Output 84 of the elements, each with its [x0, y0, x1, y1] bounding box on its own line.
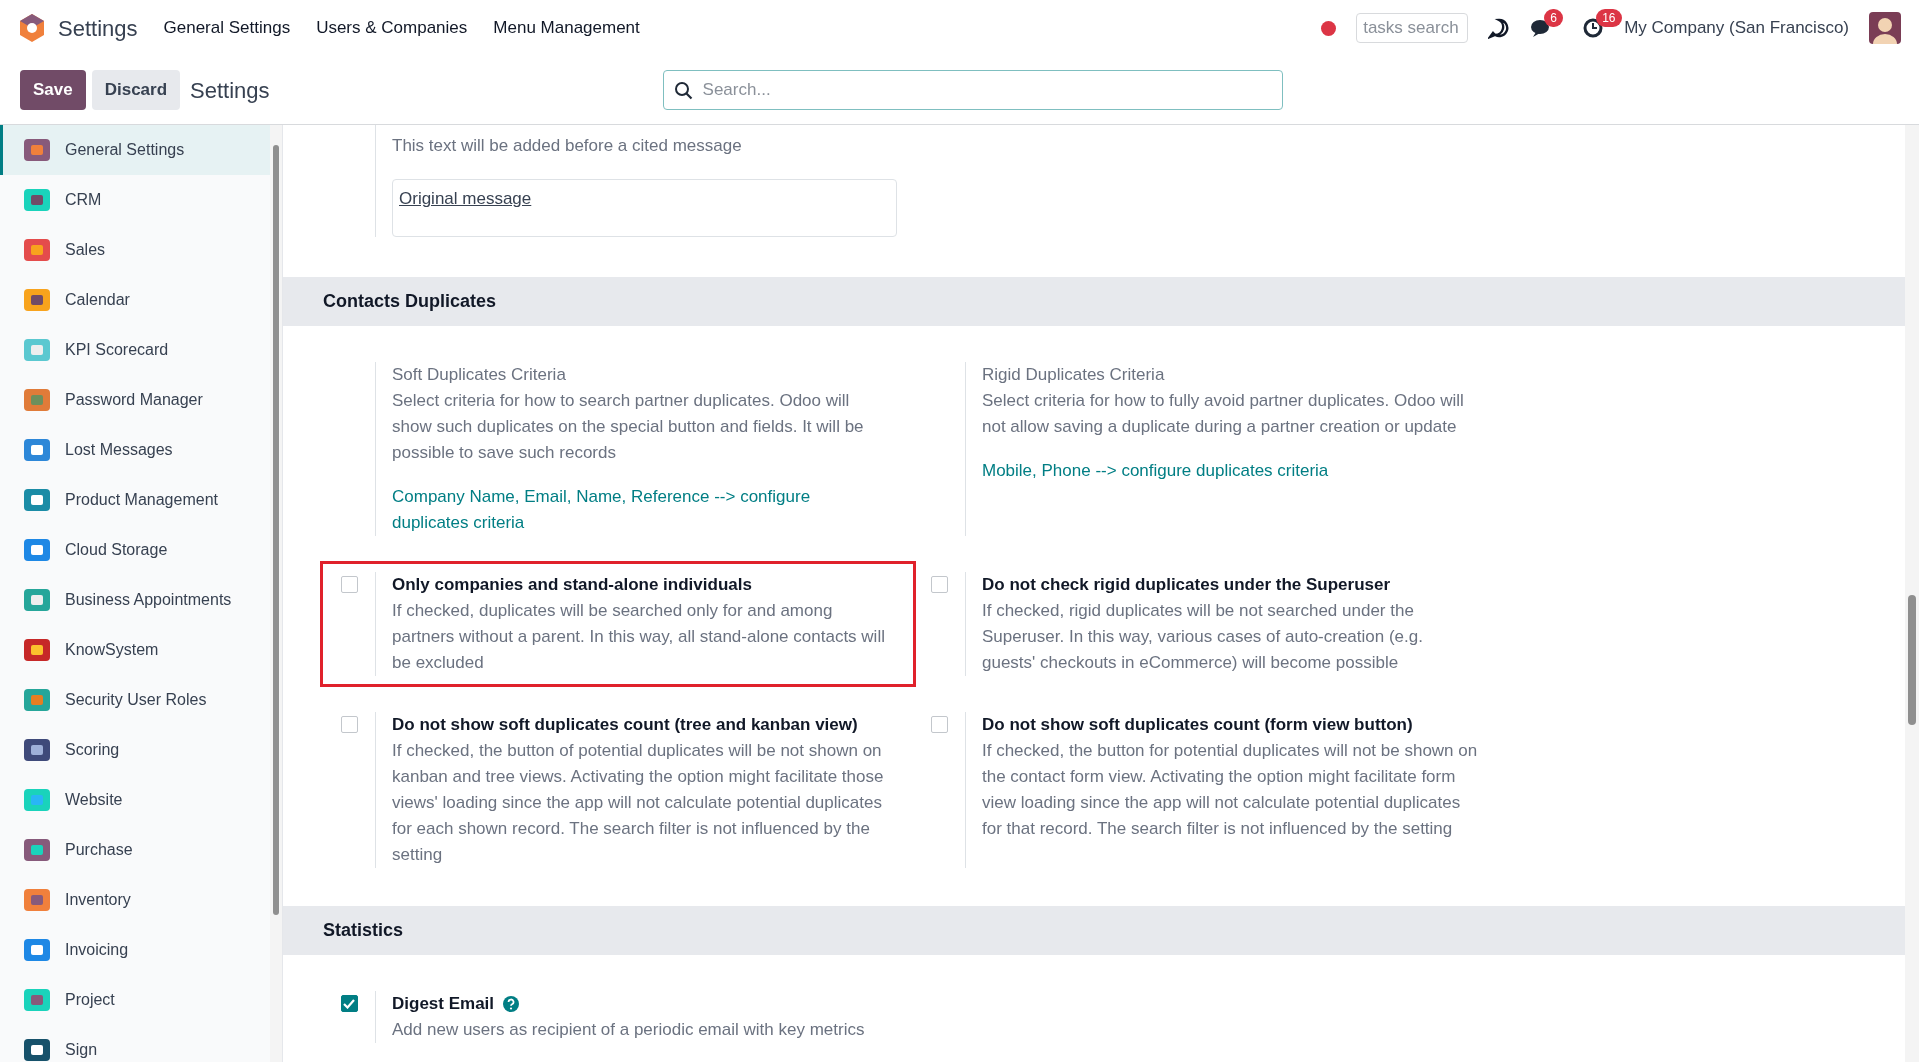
- section-header: Contacts Duplicates: [283, 277, 1905, 326]
- setting-description: If checked, the button of potential duplicates will be not shown on kanban and tree views. Activating the option might facilitate those views' loading since the app will not calculate potential duplicates for each shown record. The search filter is not influenced by the setting: [392, 740, 885, 866]
- save-button[interactable]: Save: [20, 70, 86, 110]
- app-icon: [23, 486, 51, 514]
- app-icon: [23, 436, 51, 464]
- setting-description: Add new users as recipient of a periodic email with key metrics: [392, 1019, 866, 1041]
- setting-label: Soft Duplicates Criteria: [392, 364, 567, 386]
- app-icon: [23, 286, 51, 314]
- checkbox[interactable]: [930, 576, 948, 593]
- discard-button[interactable]: Discard: [91, 70, 181, 110]
- setting-description: Select criteria for how to search partner duplicates. Odoo will show such duplicates on the special button and fields. It will be possible to save such records: [392, 390, 865, 464]
- setting-description: Select criteria for how to fully avoid partner duplicates. Odoo will not allow saving a duplicate during a partner creation or update: [982, 390, 1465, 438]
- app-icon: [23, 836, 51, 864]
- text-field[interactable]: Original message: [392, 179, 897, 237]
- configure-link[interactable]: Company Name, Email, Name, Reference --> configure duplicates criteria: [392, 484, 890, 536]
- app-icon: [23, 636, 51, 664]
- menu-item[interactable]: Users & Companies: [316, 15, 468, 41]
- app-icon: [23, 336, 51, 364]
- setting-description: If checked, duplicates will be searched only for and among partners without a parent. In this way, all stand-alone contacts will be excluded: [392, 600, 886, 674]
- scrollbar[interactable]: [1905, 125, 1919, 1062]
- company-name[interactable]: My Company (San Francisco): [1624, 15, 1849, 41]
- search-icon: [673, 80, 693, 100]
- sidebar-item[interactable]: Lost Messages: [0, 425, 270, 475]
- menu-item[interactable]: Menu Management: [493, 15, 640, 41]
- app-icon: [23, 736, 51, 764]
- search-field[interactable]: tasks search: [1356, 13, 1469, 43]
- setting-label: Only companies and stand-alone individuals: [392, 574, 752, 596]
- app-icon: [23, 536, 51, 564]
- setting-label: Do not show soft duplicates count (tree and kanban view): [392, 714, 858, 736]
- app-icon: [23, 936, 51, 964]
- setting-label: Do not show soft duplicates count (form view button): [982, 714, 1413, 736]
- clock-icon[interactable]: [1582, 17, 1605, 39]
- scrollbar-thumb[interactable]: [1908, 595, 1916, 725]
- menu-item[interactable]: General Settings: [163, 15, 291, 41]
- app-icon: [23, 986, 51, 1014]
- sidebar-item[interactable]: Security User Roles: [0, 675, 270, 725]
- sidebar-item[interactable]: Scoring: [0, 725, 270, 775]
- configure-link[interactable]: Mobile, Phone --> configure duplicates criteria: [982, 458, 1329, 484]
- sidebar-item[interactable]: Sign: [0, 1025, 270, 1062]
- notification-badge: 6: [1544, 9, 1563, 27]
- app-icon: [23, 586, 51, 614]
- sidebar-item[interactable]: General Settings: [0, 125, 270, 175]
- sidebar-item[interactable]: Calendar: [0, 275, 270, 325]
- sidebar-item[interactable]: Inventory: [0, 875, 270, 925]
- sidebar-item[interactable]: Password Manager: [0, 375, 270, 425]
- sidebar-item[interactable]: Sales: [0, 225, 270, 275]
- sidebar-item[interactable]: Business Appointments: [0, 575, 270, 625]
- sidebar-item[interactable]: CRM: [0, 175, 270, 225]
- sidebar-item[interactable]: Purchase: [0, 825, 270, 875]
- sidebar-item[interactable]: Invoicing: [0, 925, 270, 975]
- sidebar-item[interactable]: Project: [0, 975, 270, 1025]
- app-icon: [23, 786, 51, 814]
- setting-description: If checked, rigid duplicates will be not searched under the Superuser. In this way, various cases of auto-creation (e.g. guests' checkouts in eCommerce) will become possible: [982, 600, 1424, 674]
- app-logo-icon[interactable]: [18, 13, 46, 43]
- notification-badge: 16: [1596, 9, 1622, 27]
- setting-label: Digest Email: [392, 993, 495, 1015]
- checkbox[interactable]: [340, 995, 358, 1012]
- setting-description: If checked, the button for potential duplicates will not be shown on the contact form view. Activating the option might facilitate form view loading since the app will not calculate potential duplicates for that record. The search filter is not influenced by the setting: [982, 740, 1479, 840]
- sidebar-item[interactable]: Website: [0, 775, 270, 825]
- setting-description: This text will be added before a cited message: [392, 135, 743, 157]
- app-icon: [23, 236, 51, 264]
- checkbox[interactable]: [930, 716, 948, 733]
- sidebar-item[interactable]: Product Management: [0, 475, 270, 525]
- search-box[interactable]: Search...: [662, 70, 1283, 110]
- sidebar-item[interactable]: KnowSystem: [0, 625, 270, 675]
- setting-label: Do not check rigid duplicates under the Superuser: [982, 574, 1391, 596]
- sidebar-item[interactable]: KPI Scorecard: [0, 325, 270, 375]
- setting-label: Rigid Duplicates Criteria: [982, 364, 1166, 386]
- app-icon: [23, 186, 51, 214]
- user-avatar[interactable]: [1869, 12, 1901, 44]
- checkbox[interactable]: [340, 576, 358, 593]
- page-title: Settings: [190, 76, 270, 105]
- sidebar-item[interactable]: Cloud Storage: [0, 525, 270, 575]
- scrollbar[interactable]: [270, 125, 282, 1062]
- section-header: Statistics: [283, 906, 1905, 955]
- help-icon[interactable]: [502, 996, 519, 1012]
- checkbox[interactable]: [340, 716, 358, 733]
- app-icon: [23, 886, 51, 914]
- app-title: Settings: [58, 14, 138, 43]
- scrollbar-thumb[interactable]: [273, 145, 279, 915]
- app-icon: [23, 136, 51, 164]
- chat-bubble-icon[interactable]: [1488, 17, 1511, 39]
- app-icon: [23, 686, 51, 714]
- app-icon: [23, 386, 51, 414]
